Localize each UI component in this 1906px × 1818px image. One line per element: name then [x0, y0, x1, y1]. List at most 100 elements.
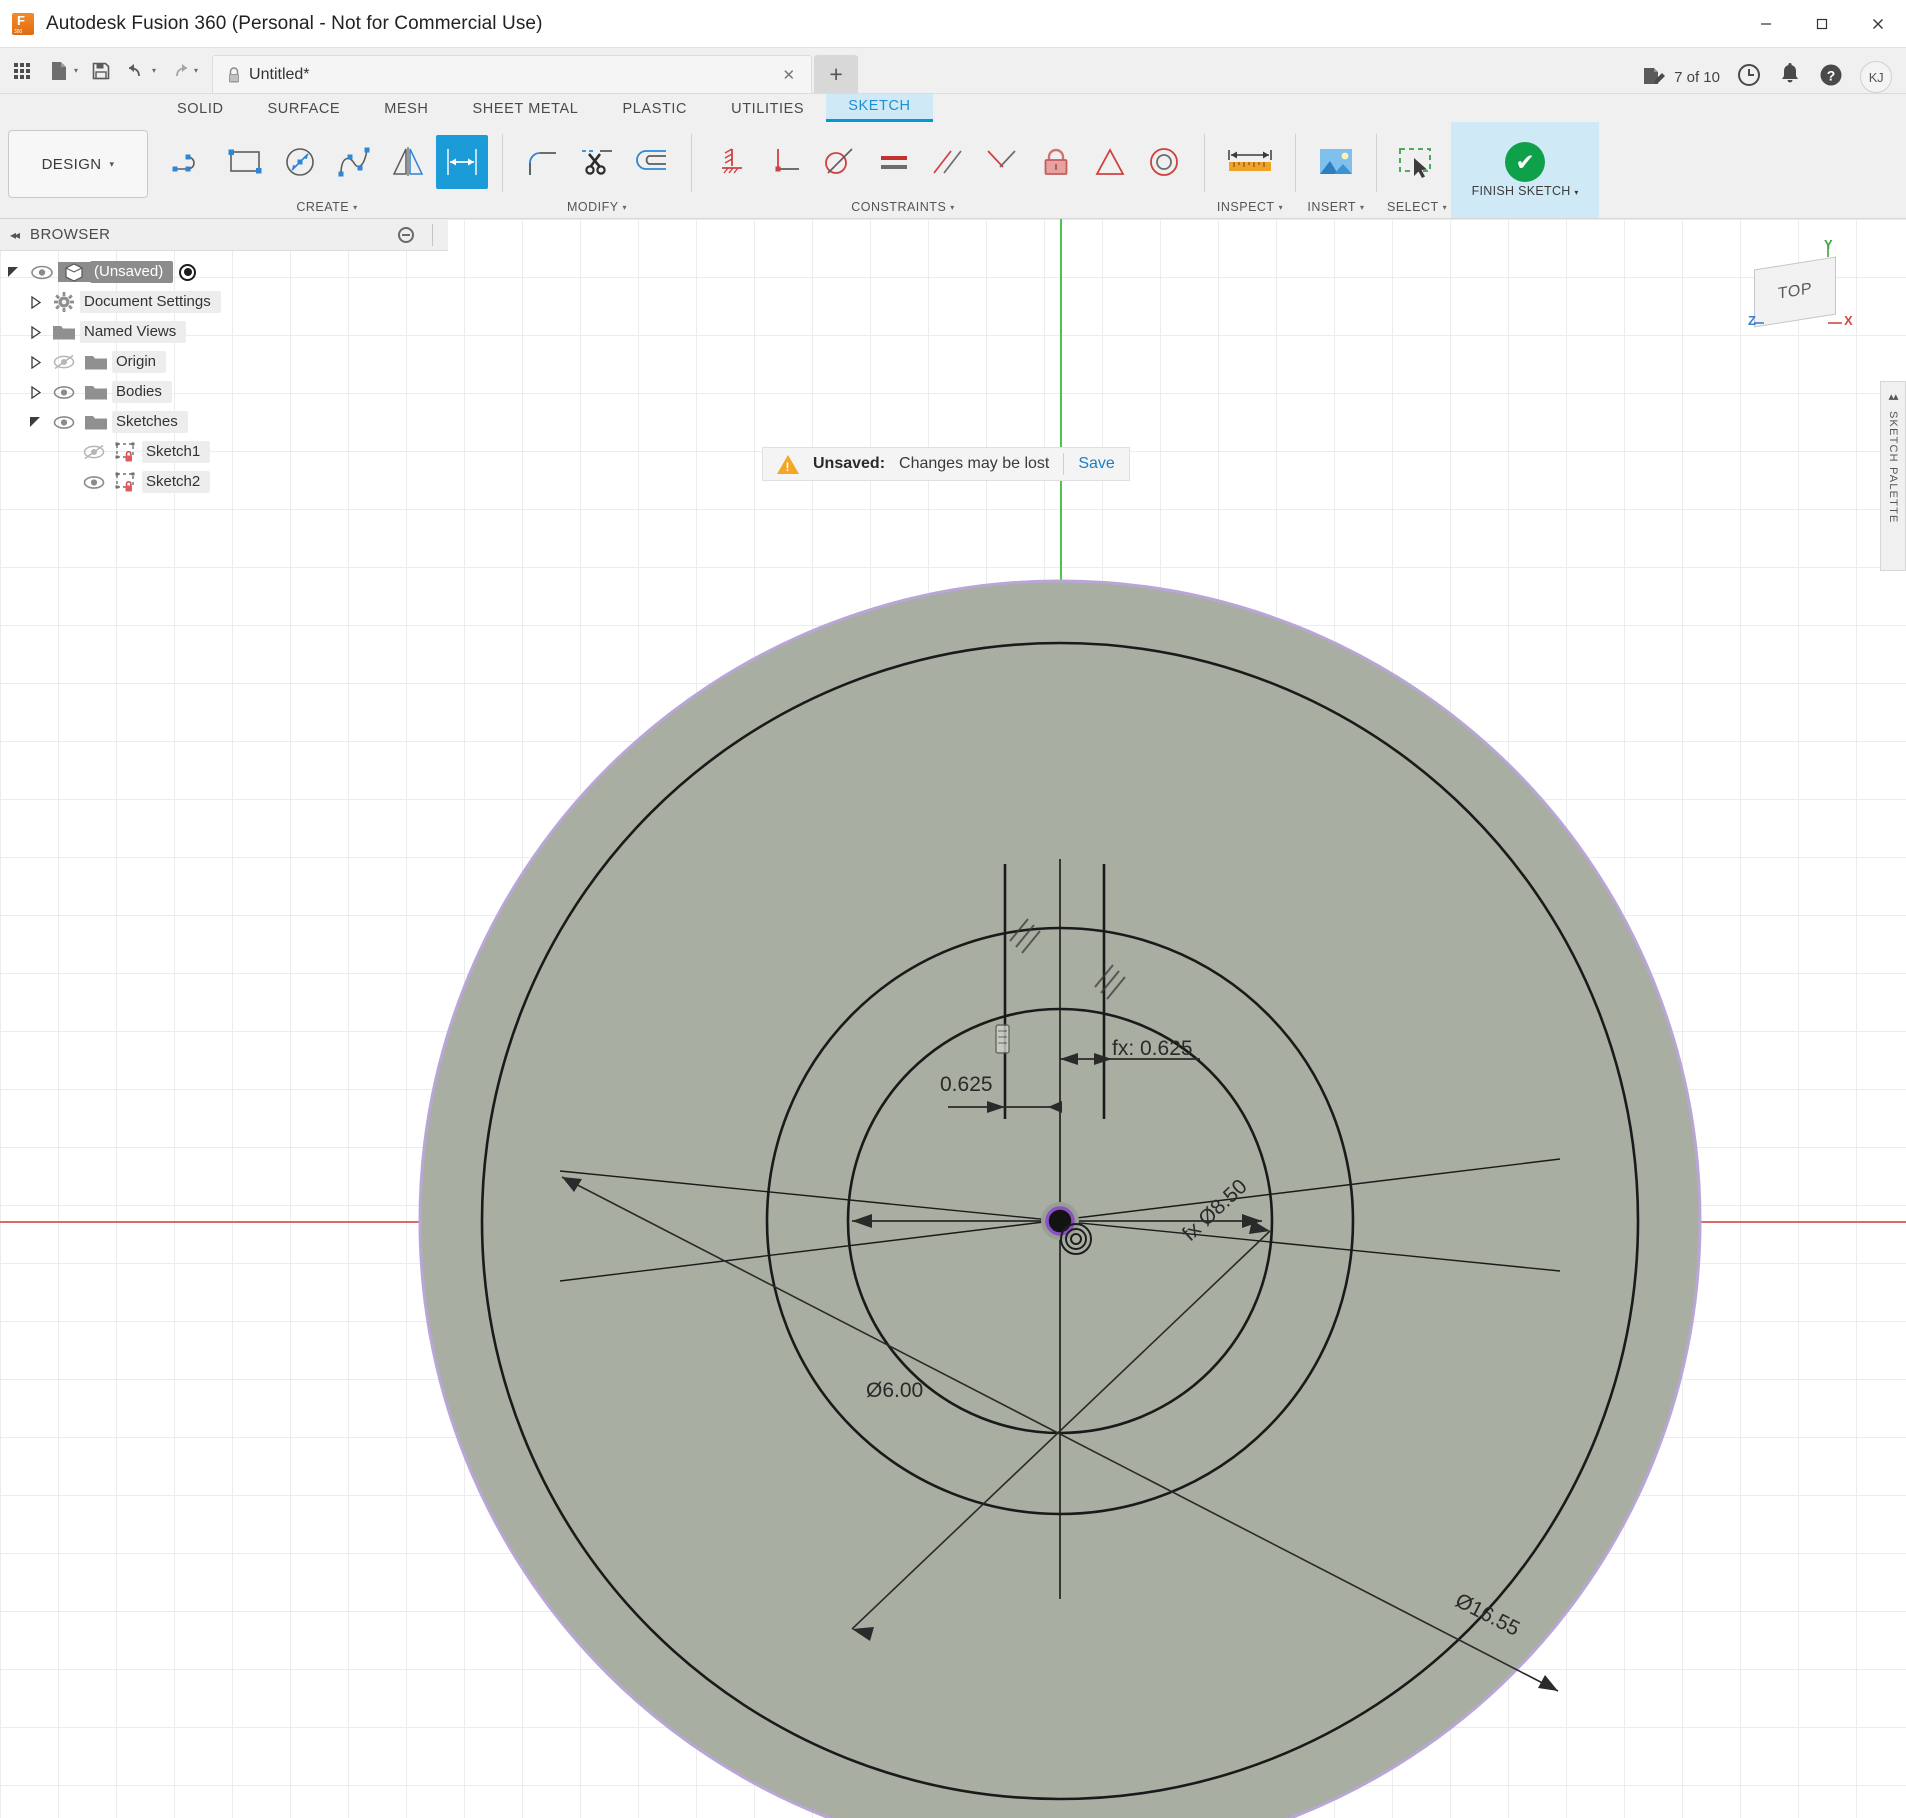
collapse-panel-icon[interactable]: ◂◂ — [10, 228, 18, 242]
minimize-button[interactable] — [1738, 0, 1794, 48]
tangent-constraint[interactable] — [814, 135, 866, 189]
svg-text:?: ? — [1827, 67, 1836, 83]
visibility-eye-icon[interactable] — [48, 415, 80, 430]
expand-triangle-icon[interactable] — [0, 265, 26, 279]
lock-icon — [227, 66, 241, 84]
select-tool[interactable] — [1391, 135, 1443, 189]
tree-item-sketch1[interactable]: Sketch1 — [0, 437, 448, 467]
dim-label-inner-bore[interactable]: Ø6.00 — [866, 1379, 923, 1403]
document-tab-label: Untitled* — [249, 66, 309, 84]
perpendicular-constraint[interactable] — [976, 135, 1028, 189]
visibility-eye-icon[interactable] — [26, 265, 58, 280]
view-cube[interactable]: TOP Y X Z — [1724, 237, 1854, 347]
unsaved-message: Changes may be lost — [899, 455, 1049, 473]
document-tab-area: Untitled* ✕ + 7 of 10 — [208, 48, 1906, 93]
ribbon-group-create-label[interactable]: CREATE ▾ — [162, 200, 492, 218]
maximize-button[interactable] — [1794, 0, 1850, 48]
expand-triangle-icon[interactable] — [22, 415, 48, 429]
expand-triangle-icon[interactable] — [22, 326, 48, 339]
new-document-caret[interactable]: ▾ — [74, 66, 82, 75]
tree-item-document-settings[interactable]: Document Settings — [0, 287, 448, 317]
chevron-down-icon: ▾ — [1360, 203, 1365, 212]
save-link[interactable]: Save — [1078, 455, 1114, 473]
help-icon[interactable]: ? — [1818, 62, 1844, 93]
ribbon-group-select-label[interactable]: SELECT ▾ — [1387, 200, 1447, 218]
insert-image-tool[interactable] — [1310, 135, 1362, 189]
document-tab-untitled[interactable]: Untitled* ✕ — [212, 55, 812, 93]
spline-tool[interactable] — [328, 135, 380, 189]
parallel-constraint[interactable] — [922, 135, 974, 189]
line-tool[interactable] — [166, 135, 218, 189]
visibility-eye-icon[interactable] — [48, 385, 80, 400]
expand-triangle-icon[interactable] — [22, 296, 48, 309]
tree-item-sketch2[interactable]: Sketch2 — [0, 467, 448, 497]
tree-item-named-views[interactable]: Named Views — [0, 317, 448, 347]
undo-icon[interactable] — [120, 52, 154, 90]
view-cube-top-face[interactable]: TOP — [1754, 257, 1836, 328]
visibility-eye-hidden-icon[interactable] — [78, 444, 110, 460]
expand-palette-icon[interactable]: ▴▴ — [1888, 390, 1897, 403]
canvas[interactable]: 0.625 fx: 0.625 Ø6.00 fx Ø8.50 Ø16.55 ◂◂… — [0, 219, 1906, 1818]
sketch-dimension-tool[interactable] — [436, 135, 488, 189]
activate-component-radio[interactable] — [179, 264, 196, 281]
tree-item-unsaved[interactable]: (Unsaved) — [0, 257, 448, 287]
symmetry-constraint[interactable] — [1084, 135, 1136, 189]
undo-caret[interactable]: ▾ — [152, 66, 160, 75]
coincident-constraint[interactable] — [706, 135, 758, 189]
tree-item-sketches[interactable]: Sketches — [0, 407, 448, 437]
visibility-eye-icon[interactable] — [78, 475, 110, 490]
mirror-tool[interactable] — [382, 135, 434, 189]
tree-item-bodies[interactable]: Bodies — [0, 377, 448, 407]
visibility-eye-hidden-icon[interactable] — [48, 354, 80, 370]
finish-sketch-button[interactable]: ✔ FINISH SKETCH ▾ — [1451, 122, 1599, 218]
new-tab-button[interactable]: + — [814, 55, 858, 93]
tab-solid[interactable]: SOLID — [155, 97, 246, 122]
tab-sheet-metal[interactable]: SHEET METAL — [451, 97, 601, 122]
equal-constraint[interactable] — [868, 135, 920, 189]
grid-icon[interactable] — [6, 52, 40, 90]
collapse-all-icon[interactable] — [398, 227, 414, 243]
ribbon-group-insert-label[interactable]: INSERT ▾ — [1306, 200, 1366, 218]
browser-title: BROWSER — [30, 226, 110, 243]
ribbon-divider — [1295, 134, 1296, 192]
fillet-tool[interactable] — [517, 135, 569, 189]
notifications-bell-icon[interactable] — [1778, 62, 1802, 93]
rectangle-tool[interactable] — [220, 135, 272, 189]
ribbon-divider — [1204, 134, 1205, 192]
sketch-palette-tab[interactable]: ▴▴ SKETCH PALETTE — [1880, 381, 1906, 571]
expand-triangle-icon[interactable] — [22, 356, 48, 369]
expand-triangle-icon[interactable] — [22, 386, 48, 399]
panel-resize-grip[interactable] — [432, 224, 438, 246]
tab-utilities[interactable]: UTILITIES — [709, 97, 826, 122]
measure-tool[interactable] — [1219, 135, 1281, 189]
browser-header[interactable]: ◂◂ BROWSER — [0, 219, 448, 251]
job-status-indicator[interactable]: 7 of 10 — [1642, 66, 1720, 88]
close-window-button[interactable] — [1850, 0, 1906, 48]
redo-caret[interactable]: ▾ — [194, 66, 202, 75]
circle-tool[interactable] — [274, 135, 326, 189]
dim-label-slot-right[interactable]: fx: 0.625 — [1112, 1037, 1193, 1061]
offset-tool[interactable] — [625, 135, 677, 189]
tab-plastic[interactable]: PLASTIC — [600, 97, 709, 122]
save-icon[interactable] — [84, 52, 118, 90]
redo-icon[interactable] — [162, 52, 196, 90]
clock-icon[interactable] — [1736, 62, 1762, 93]
dim-label-slot-left[interactable]: 0.625 — [940, 1073, 993, 1097]
tab-surface[interactable]: SURFACE — [246, 97, 363, 122]
close-icon[interactable]: ✕ — [776, 66, 801, 84]
ribbon-group-inspect-label[interactable]: INSPECT ▾ — [1215, 200, 1285, 218]
ribbon-group-constraints-label[interactable]: CONSTRAINTS ▾ — [612, 200, 1194, 218]
vertical-horizontal-constraint[interactable] — [760, 135, 812, 189]
tab-mesh[interactable]: MESH — [362, 97, 450, 122]
check-circle-icon: ✔ — [1505, 142, 1545, 182]
workspace-selector[interactable]: DESIGN ▾ — [8, 130, 148, 198]
tab-sketch[interactable]: SKETCH — [826, 94, 932, 122]
new-document-icon[interactable] — [42, 52, 76, 90]
concentric-constraint[interactable] — [1138, 135, 1190, 189]
gear-icon — [48, 291, 80, 313]
avatar[interactable]: KJ — [1860, 61, 1892, 93]
unsaved-notification-bar: Unsaved: Changes may be lost Save — [762, 447, 1130, 481]
tree-item-origin[interactable]: Origin — [0, 347, 448, 377]
trim-tool[interactable] — [571, 135, 623, 189]
fix-unfix-constraint[interactable] — [1030, 135, 1082, 189]
